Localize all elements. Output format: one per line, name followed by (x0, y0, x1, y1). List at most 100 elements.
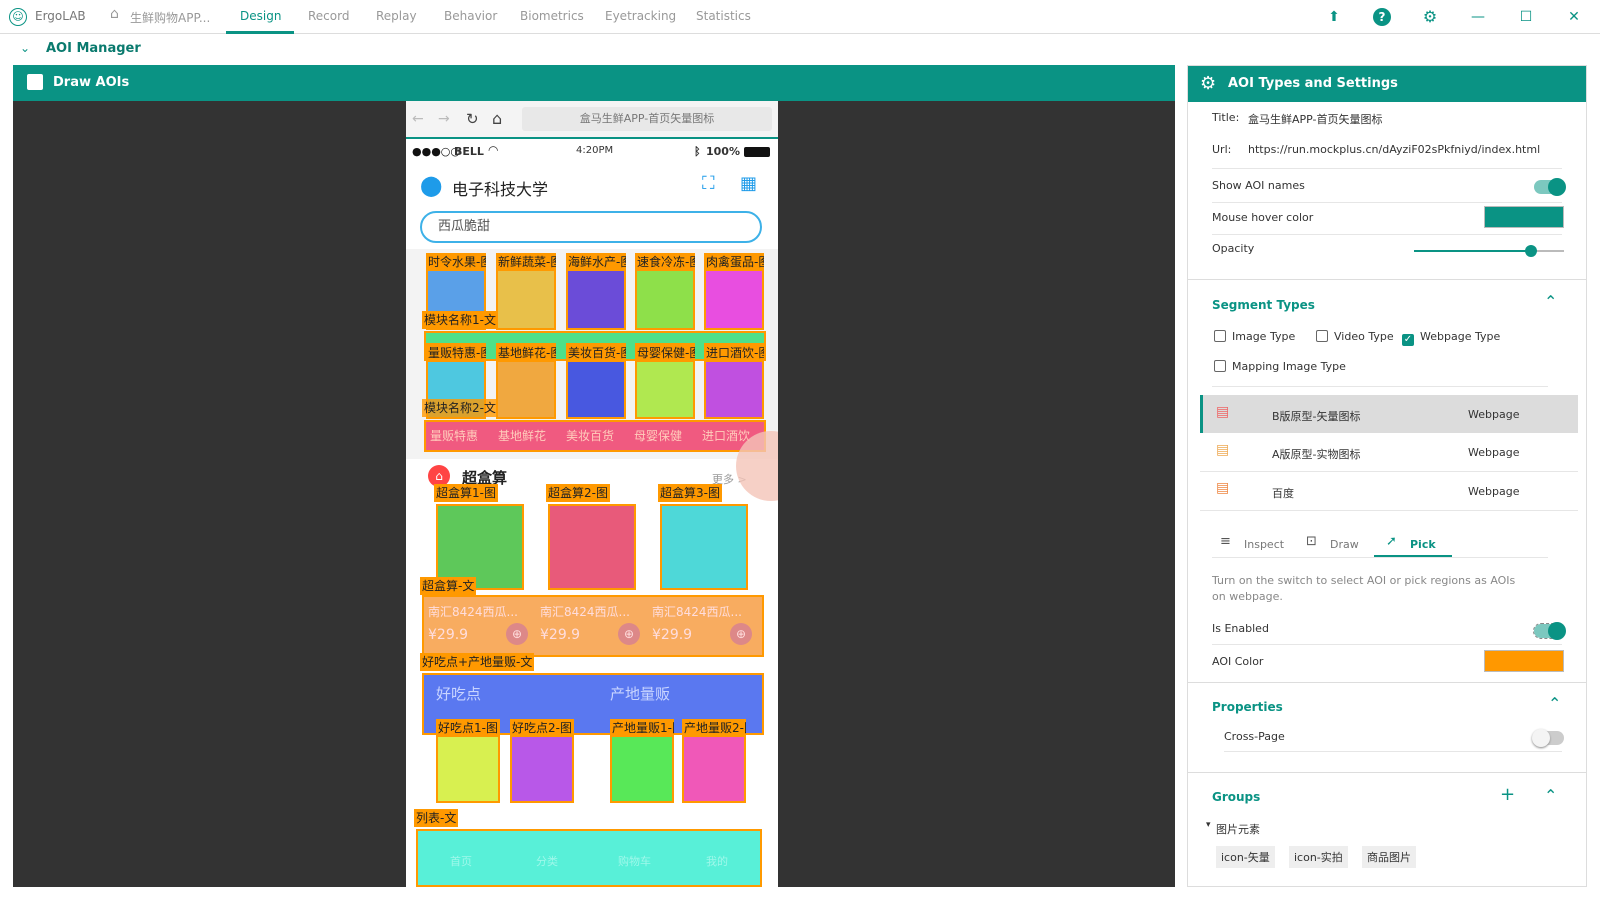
is-enabled-toggle[interactable] (1533, 622, 1566, 640)
app-name: ErgoLAB (35, 9, 86, 23)
product-name-1: 南汇8424西瓜... (428, 605, 518, 619)
cat-text-3: 美妆百货 (566, 429, 615, 443)
aoi-label: 进口酒饮-图 (704, 344, 764, 362)
tab-behavior[interactable]: Behavior (444, 9, 497, 23)
is-enabled-label: Is Enabled (1212, 622, 1269, 635)
cat-text-5: 进口酒饮 (702, 429, 751, 443)
segment-thumb-icon: ▤ (1216, 442, 1230, 458)
back-arrow-icon[interactable]: ← (412, 111, 424, 127)
groups-title: Groups (1212, 790, 1261, 804)
cart-icon[interactable]: ⊕ (506, 623, 528, 645)
segment-thumb-icon: ▤ (1216, 404, 1230, 420)
pick-hint: Turn on the switch to select AOI or pick… (1212, 574, 1516, 603)
group-tag[interactable]: icon-矢量 (1216, 846, 1275, 868)
segment-name[interactable]: B版原型-矢量图标 (1272, 408, 1361, 424)
cat-text-1: 量贩特惠 (430, 429, 479, 443)
search-input[interactable]: 西瓜脆甜 (420, 211, 762, 243)
minimize-icon[interactable]: — (1469, 8, 1487, 26)
refresh-icon[interactable]: ↻ (466, 110, 479, 128)
nav-mine[interactable]: 我的 (706, 853, 728, 869)
webpage-type-checkbox[interactable]: ✓ Webpage Type (1402, 330, 1500, 346)
aoi-label: 时令水果-图 (426, 253, 486, 271)
collapse-chevron-icon[interactable]: ⌄ (20, 41, 30, 55)
qrcode-icon[interactable]: ▦ (740, 173, 757, 194)
tab-biometrics[interactable]: Biometrics (520, 9, 584, 23)
aoi-color-swatch[interactable] (1484, 650, 1564, 672)
nav-cart[interactable]: 购物车 (618, 853, 651, 869)
divider (1200, 510, 1578, 511)
segment-name[interactable]: 百度 (1272, 485, 1294, 501)
webpage-canvas[interactable]: ← → ↻ ⌂ 盒马生鲜APP-首页矢量图标 ●●●○○ BELL ◠ 4:20… (406, 101, 778, 887)
cart-icon[interactable]: ⊕ (618, 623, 640, 645)
tab-eyetracking[interactable]: Eyetracking (605, 9, 676, 23)
mode-inspect[interactable]: Inspect (1244, 538, 1284, 551)
group-tag[interactable]: 商品图片 (1362, 846, 1416, 868)
aoi-label: 超盒算3-图 (658, 484, 722, 502)
browser-home-icon[interactable]: ⌂ (492, 109, 502, 128)
help-icon[interactable]: ? (1373, 8, 1391, 26)
checkbox-icon[interactable] (1214, 330, 1226, 342)
tab-statistics[interactable]: Statistics (696, 9, 751, 23)
ergolab-logo-icon: ☺ (9, 8, 27, 26)
price-2: ¥29.9 (540, 627, 581, 643)
collapse-up-icon[interactable]: ⌃ (1544, 292, 1557, 311)
collapse-up-icon[interactable]: ⌃ (1548, 694, 1561, 713)
cross-page-toggle[interactable] (1532, 729, 1564, 747)
image-type-checkbox[interactable]: Image Type (1214, 330, 1295, 343)
close-icon[interactable]: ✕ (1565, 8, 1583, 26)
hover-color-swatch[interactable] (1484, 206, 1564, 228)
gear-icon: ⚙ (1200, 73, 1217, 94)
cart-icon[interactable]: ⊕ (730, 623, 752, 645)
upload-icon[interactable]: ⬆ (1325, 8, 1343, 26)
properties-title: Properties (1212, 700, 1283, 714)
title-value: 盒马生鲜APP-首页矢量图标 (1248, 113, 1383, 126)
forward-arrow-icon[interactable]: → (438, 111, 450, 127)
opacity-slider-handle[interactable] (1525, 245, 1537, 257)
aoi-chs-2[interactable] (548, 504, 636, 590)
video-type-checkbox[interactable]: Video Type (1316, 330, 1394, 343)
segment-name[interactable]: A版原型-实物图标 (1272, 446, 1361, 462)
nav-category[interactable]: 分类 (536, 853, 558, 869)
project-name[interactable]: 生鲜购物APP... (130, 9, 210, 26)
show-aoi-names-toggle[interactable] (1534, 178, 1566, 196)
group-name: 图片元素 (1216, 823, 1260, 836)
tab-record[interactable]: Record (308, 9, 349, 23)
mapping-image-type-checkbox[interactable]: Mapping Image Type (1214, 360, 1346, 373)
aoi-label: 模块名称2-文 (422, 399, 498, 417)
opacity-slider-fill (1414, 250, 1531, 252)
mode-draw[interactable]: Draw (1330, 538, 1359, 551)
settings-gear-icon[interactable]: ⚙ (1421, 8, 1439, 26)
tree-collapse-icon[interactable]: ▾ (1206, 820, 1211, 830)
opacity-label: Opacity (1212, 242, 1255, 255)
draw-aois-header: Draw AOIs (13, 65, 1175, 101)
home-icon[interactable]: ⌂ (110, 6, 119, 22)
maximize-icon[interactable]: ☐ (1517, 8, 1535, 26)
tab-design[interactable]: Design (240, 9, 281, 23)
draw-aois-title: Draw AOIs (53, 75, 130, 90)
tab-replay[interactable]: Replay (376, 9, 417, 23)
cat-text-2: 基地鲜花 (498, 429, 547, 443)
checkbox-icon[interactable] (1316, 330, 1328, 342)
segment-type: Webpage (1468, 485, 1520, 498)
nav-home[interactable]: 首页 (450, 853, 472, 869)
checkbox-checked-icon[interactable]: ✓ (1402, 334, 1414, 346)
price-3: ¥29.9 (652, 627, 693, 643)
aoi-label: 基地鲜花-图 (496, 344, 556, 362)
add-group-plus-icon[interactable]: + (1500, 784, 1515, 805)
segment-types-title: Segment Types (1212, 298, 1315, 312)
aoi-label: 肉禽蛋品-图 (704, 253, 764, 271)
collapse-up-icon[interactable]: ⌃ (1544, 786, 1557, 805)
aoi-chs-3[interactable] (660, 504, 748, 590)
group-tag[interactable]: icon-实拍 (1289, 846, 1348, 868)
url-value: https://run.mockplus.cn/dAyziF02sPkfniyd… (1248, 143, 1541, 156)
checkbox-icon[interactable] (1214, 360, 1226, 372)
aoi-label: 超盒算-文 (420, 577, 477, 595)
product-name-2: 南汇8424西瓜... (540, 605, 630, 619)
scan-icon[interactable]: ⛶ (702, 173, 715, 194)
segment-row-selected[interactable] (1200, 395, 1578, 433)
aoi-label: 量贩特惠-图 (426, 344, 486, 362)
video-type-label: Video Type (1334, 330, 1394, 343)
title-bar: ☺ ErgoLAB ⌂ 生鲜购物APP... Design Record Rep… (0, 0, 1600, 34)
show-aoi-names-label: Show AOI names (1212, 179, 1305, 192)
mode-pick[interactable]: Pick (1410, 538, 1436, 551)
